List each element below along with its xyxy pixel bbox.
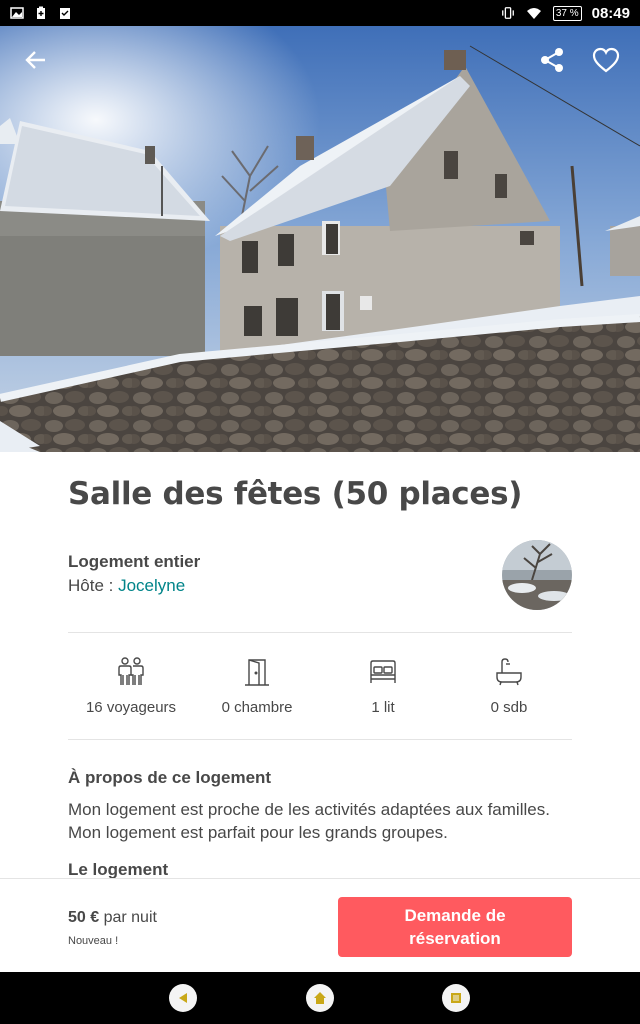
amenity-label: 0 chambre	[221, 699, 293, 716]
back-button[interactable]	[16, 40, 56, 80]
status-bar: 37 % 08:49	[0, 0, 640, 26]
amenity-bathrooms: 0 sdb	[446, 633, 572, 739]
listing-content: Salle des fêtes (50 places) Logement ent…	[68, 452, 572, 880]
host-name-link[interactable]: Jocelyne	[118, 576, 185, 595]
bathtub-icon	[496, 658, 522, 686]
amenities-row: 16 voyageurs 0 chambre 1 lit 0 sdb	[68, 633, 572, 739]
favorite-button[interactable]	[586, 40, 626, 80]
listing-photo[interactable]	[0, 26, 640, 452]
bed-icon	[370, 660, 396, 683]
status-right: 37 % 08:49	[501, 5, 630, 22]
host-prefix: Hôte :	[68, 576, 119, 595]
section-heading-logement: Le logement	[68, 860, 169, 879]
clipboard-icon	[60, 8, 70, 19]
home-icon	[314, 992, 326, 1004]
divider	[68, 739, 572, 740]
battery-saver-icon	[37, 6, 45, 19]
nav-recents-button[interactable]	[442, 984, 470, 1012]
amenity-beds: 1 lit	[320, 633, 446, 739]
amenity-bedrooms: 0 chambre	[194, 633, 320, 739]
listing-type: Logement entier	[68, 552, 201, 571]
price-unit: par nuit	[99, 909, 157, 926]
status-left	[10, 6, 72, 20]
nav-home-button[interactable]	[306, 984, 334, 1012]
arrow-left-icon	[25, 51, 45, 69]
recents-icon	[451, 993, 461, 1003]
vibrate-icon	[501, 7, 514, 19]
amenity-label: 16 voyageurs	[85, 699, 177, 716]
host-avatar[interactable]	[502, 540, 572, 610]
door-icon	[245, 659, 269, 686]
amenity-label: 0 sdb	[490, 699, 528, 716]
new-badge: Nouveau !	[68, 935, 119, 947]
host-section: Logement entier Hôte : Jocelyne	[68, 540, 572, 632]
heart-icon	[592, 47, 620, 73]
price-amount: 50 €	[68, 909, 100, 926]
share-icon	[541, 48, 563, 72]
gallery-icon	[10, 7, 24, 19]
price: 50 € par nuit	[68, 909, 157, 927]
nav-back-button[interactable]	[169, 984, 197, 1012]
triangle-back-icon	[179, 993, 187, 1003]
avatar-image	[502, 540, 572, 610]
listing-title: Salle des fêtes (50 places)	[68, 476, 523, 512]
booking-bar: 50 € par nuit Nouveau ! Demande de réser…	[0, 878, 640, 972]
wifi-icon	[526, 8, 541, 19]
amenity-label: 1 lit	[371, 699, 395, 716]
clock: 08:49	[591, 4, 630, 22]
guests-icon	[118, 657, 144, 685]
about-title: À propos de ce logement	[68, 768, 272, 787]
host-line: Hôte : Jocelyne	[68, 576, 572, 596]
amenity-guests: 16 voyageurs	[68, 633, 194, 739]
about-text: Mon logement est proche de les activités…	[68, 800, 550, 842]
house-photo	[0, 26, 640, 452]
reservation-request-button[interactable]: Demande de réservation	[338, 897, 572, 957]
battery-indicator: 37 %	[552, 5, 582, 21]
navigation-bar	[0, 972, 640, 1024]
share-button[interactable]	[532, 40, 572, 80]
